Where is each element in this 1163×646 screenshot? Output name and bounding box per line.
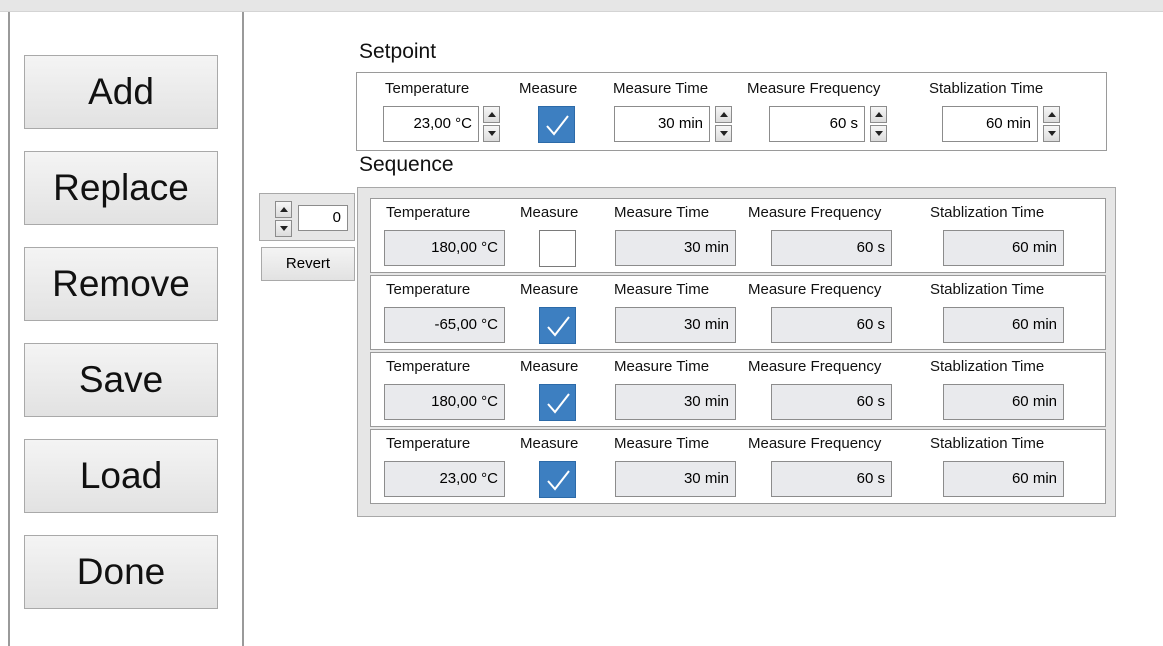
row-temperature-value: 180,00 °C [384, 230, 505, 266]
arrow-down-icon[interactable] [1043, 125, 1060, 142]
row-measure-checkbox [539, 384, 576, 421]
row-measure-checkbox [539, 307, 576, 344]
stabilization-time-label: Stablization Time [930, 435, 1045, 452]
replace-button[interactable]: Replace [24, 151, 218, 225]
sequence-title: Sequence [359, 153, 454, 176]
check-icon [547, 393, 570, 414]
stabilization-time-label: Stablization Time [930, 358, 1045, 375]
check-icon [546, 115, 569, 136]
sequence-index-control: 0 [259, 193, 355, 241]
add-button[interactable]: Add [24, 55, 218, 129]
arrow-up-icon[interactable] [483, 106, 500, 123]
stabilization-time-stepper[interactable] [1043, 106, 1060, 142]
setpoint-temperature-input[interactable]: 23,00 °C [383, 106, 479, 142]
measure-time-label: Measure Time [614, 281, 710, 298]
sequence-row: Temperature Measure Measure Time Measure… [370, 275, 1106, 350]
row-stabilization-time-value: 60 min [943, 461, 1064, 497]
load-button[interactable]: Load [24, 439, 218, 513]
sequence-row: Temperature Measure Measure Time Measure… [370, 429, 1106, 504]
measure-frequency-stepper[interactable] [870, 106, 887, 142]
arrow-up-icon[interactable] [1043, 106, 1060, 123]
sequence-list: Temperature Measure Measure Time Measure… [357, 187, 1116, 517]
stabilization-time-label: Stablization Time [929, 80, 1044, 97]
temperature-label: Temperature [386, 204, 471, 221]
row-measure-frequency-value: 60 s [771, 307, 892, 343]
measure-frequency-label: Measure Frequency [747, 80, 881, 97]
stabilization-time-label: Stablization Time [930, 281, 1045, 298]
sequence-index-input[interactable]: 0 [298, 205, 348, 231]
row-measure-time-value: 30 min [615, 461, 736, 497]
measure-label: Measure [520, 358, 579, 375]
measure-time-label: Measure Time [613, 80, 709, 97]
row-measure-frequency-value: 60 s [771, 230, 892, 266]
measure-time-label: Measure Time [614, 358, 710, 375]
setpoint-stabilization-time-input[interactable]: 60 min [942, 106, 1038, 142]
check-icon [547, 316, 570, 337]
setpoint-measure-checkbox[interactable] [538, 106, 575, 143]
done-button[interactable]: Done [24, 535, 218, 609]
setpoint-measure-frequency-input[interactable]: 60 s [769, 106, 865, 142]
setpoint-panel: Temperature Measure Measure Time Measure… [356, 72, 1107, 151]
row-measure-time-value: 30 min [615, 230, 736, 266]
arrow-down-icon[interactable] [483, 125, 500, 142]
window-top-bar [0, 0, 1163, 12]
arrow-down-icon[interactable] [870, 125, 887, 142]
measure-label: Measure [520, 435, 579, 452]
arrow-down-icon[interactable] [715, 125, 732, 142]
row-measure-checkbox [539, 461, 576, 498]
temperature-stepper[interactable] [483, 106, 500, 142]
row-measure-frequency-value: 60 s [771, 384, 892, 420]
revert-button[interactable]: Revert [261, 247, 355, 281]
sequence-row: Temperature Measure Measure Time Measure… [370, 198, 1106, 273]
measure-time-label: Measure Time [614, 204, 710, 221]
measure-frequency-label: Measure Frequency [748, 435, 882, 452]
temperature-label: Temperature [386, 281, 471, 298]
measure-label: Measure [520, 281, 579, 298]
measure-label: Measure [519, 80, 578, 97]
temperature-label: Temperature [386, 435, 471, 452]
temperature-label: Temperature [385, 80, 470, 97]
sequence-row: Temperature Measure Measure Time Measure… [370, 352, 1106, 427]
measure-frequency-label: Measure Frequency [748, 358, 882, 375]
row-stabilization-time-value: 60 min [943, 307, 1064, 343]
row-temperature-value: 23,00 °C [384, 461, 505, 497]
row-temperature-value: -65,00 °C [384, 307, 505, 343]
row-stabilization-time-value: 60 min [943, 384, 1064, 420]
arrow-down-icon[interactable] [275, 220, 292, 237]
arrow-up-icon[interactable] [275, 201, 292, 218]
row-measure-time-value: 30 min [615, 384, 736, 420]
temperature-label: Temperature [386, 358, 471, 375]
check-icon [547, 470, 570, 491]
measure-frequency-label: Measure Frequency [748, 204, 882, 221]
row-measure-frequency-value: 60 s [771, 461, 892, 497]
setpoint-title: Setpoint [359, 40, 437, 63]
save-button[interactable]: Save [24, 343, 218, 417]
row-measure-checkbox [539, 230, 576, 267]
measure-time-label: Measure Time [614, 435, 710, 452]
measure-time-stepper[interactable] [715, 106, 732, 142]
stabilization-time-label: Stablization Time [930, 204, 1045, 221]
row-measure-time-value: 30 min [615, 307, 736, 343]
remove-button[interactable]: Remove [24, 247, 218, 321]
index-stepper[interactable] [275, 201, 292, 237]
row-stabilization-time-value: 60 min [943, 230, 1064, 266]
setpoint-measure-time-input[interactable]: 30 min [614, 106, 710, 142]
arrow-up-icon[interactable] [870, 106, 887, 123]
measure-label: Measure [520, 204, 579, 221]
row-temperature-value: 180,00 °C [384, 384, 505, 420]
measure-frequency-label: Measure Frequency [748, 281, 882, 298]
arrow-up-icon[interactable] [715, 106, 732, 123]
